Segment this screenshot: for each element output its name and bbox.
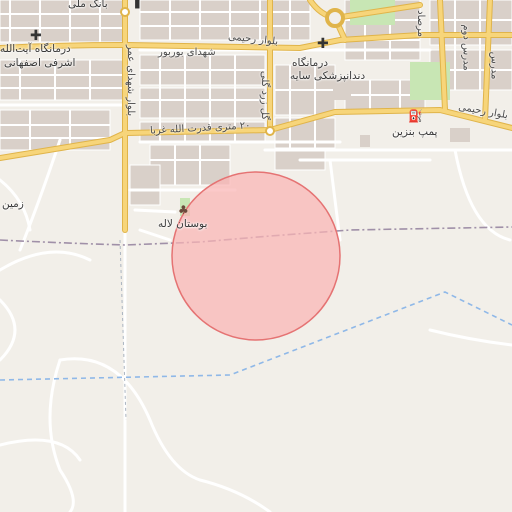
roundabout-top — [325, 8, 345, 28]
vertical-road-tr2-label: مدرس دوم — [460, 24, 472, 71]
vertical-road-mid-label: گل زرد گلی — [259, 70, 271, 121]
plus-icon[interactable]: ✚ — [317, 37, 329, 51]
map-view[interactable]: ✚ ✚ ▮ ⛽ ♣ بانک ملی درمانگاه آیت‌الله اشر… — [0, 0, 512, 512]
park-label[interactable]: بوستان لاله — [158, 218, 207, 230]
highlight-circle — [171, 171, 341, 341]
vertical-road-tr3-label: مدرس — [488, 51, 500, 80]
street-martyrs-label: شهدای بوربور — [158, 47, 216, 58]
map-canvas — [0, 0, 512, 512]
zamin-label: زمین — [2, 198, 24, 210]
vertical-road-left-label: بلوار شهدای عمر — [125, 44, 137, 117]
fuel-icon[interactable]: ⛽ — [408, 109, 423, 123]
clinic-left-label-line2[interactable]: اشرفی اصفهانی — [4, 57, 75, 69]
clinic-right-label-line1[interactable]: درمانگاه — [292, 57, 328, 69]
bank-icon[interactable]: ▮ — [134, 0, 141, 10]
bank-label[interactable]: بانک ملی — [68, 0, 108, 10]
gas-station-label[interactable]: پمپ بنزین — [392, 126, 437, 138]
clinic-left-label-line1[interactable]: درمانگاه آیت‌الله — [0, 43, 71, 55]
tree-icon[interactable]: ♣ — [178, 203, 189, 217]
clinic-right-label-line2[interactable]: دندانپزشکی سایه — [290, 70, 365, 82]
plus-icon[interactable]: ✚ — [30, 29, 42, 43]
vertical-road-tr1-label: مرصاد — [414, 10, 426, 37]
